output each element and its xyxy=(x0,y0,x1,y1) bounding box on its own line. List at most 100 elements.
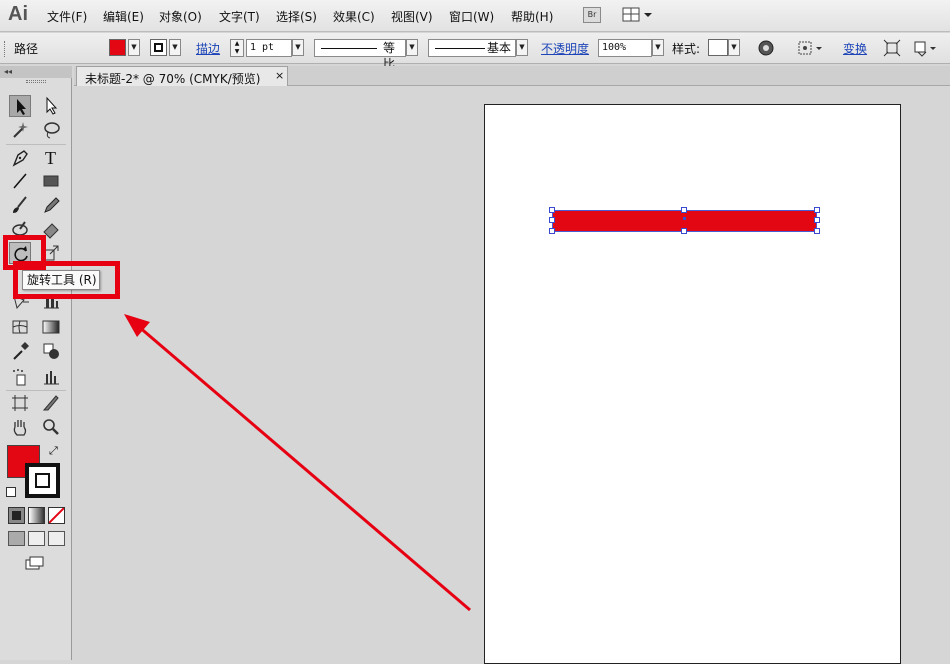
draw-normal-button[interactable] xyxy=(8,531,25,546)
opacity-label[interactable]: 不透明度 xyxy=(541,40,589,57)
document-tab-title: 未标题-2* @ 70% (CMYK/预览) xyxy=(85,72,261,86)
artboard-tool[interactable] xyxy=(9,392,31,414)
bridge-button[interactable]: Br xyxy=(583,7,601,23)
menu-window[interactable]: 窗口(W) xyxy=(449,8,494,25)
selection-handle[interactable] xyxy=(814,228,820,234)
opacity-field[interactable]: 100% xyxy=(598,39,652,57)
type-tool[interactable]: T xyxy=(40,146,62,168)
tools-divider xyxy=(6,390,66,391)
selection-handle[interactable] xyxy=(549,228,555,234)
gradient-tool[interactable] xyxy=(40,316,62,338)
color-wheel-icon xyxy=(758,40,774,56)
stroke-weight-dropdown[interactable]: ▼ xyxy=(292,39,304,56)
direct-selection-tool[interactable] xyxy=(40,95,62,117)
color-mode-button[interactable] xyxy=(8,507,25,524)
mesh-tool[interactable] xyxy=(9,316,31,338)
none-mode-button[interactable] xyxy=(48,507,65,524)
stroke-color-swatch[interactable] xyxy=(150,39,167,56)
draw-inside-button[interactable] xyxy=(48,531,65,546)
zoom-tool[interactable] xyxy=(40,416,62,438)
rectangle-tool[interactable] xyxy=(40,170,62,192)
symbol-sprayer-tool[interactable] xyxy=(9,366,31,388)
fill-dropdown[interactable]: ▼ xyxy=(128,39,140,56)
panel-menu-button[interactable] xyxy=(912,38,942,58)
close-tab-icon[interactable]: × xyxy=(275,69,284,82)
selection-arrow-icon xyxy=(17,99,26,115)
draw-behind-button[interactable] xyxy=(28,531,45,546)
panel-options-icon xyxy=(914,41,936,57)
opacity-dropdown[interactable]: ▼ xyxy=(652,39,664,56)
stroke-weight-spinner[interactable]: ▲ ▼ xyxy=(230,39,244,57)
swap-fill-stroke-icon[interactable]: ⤢ xyxy=(49,444,58,458)
align-options-button[interactable] xyxy=(796,38,826,58)
graphic-style-swatch[interactable] xyxy=(708,39,728,56)
workspace-grid-icon xyxy=(622,7,652,22)
menu-effect[interactable]: 效果(C) xyxy=(333,8,375,25)
tools-panel: ◂◂ T ⤢ xyxy=(0,66,72,660)
stroke-label[interactable]: 描边 xyxy=(196,40,220,57)
magic-wand-icon xyxy=(13,122,28,138)
pencil-icon xyxy=(44,197,60,213)
stroke-dropdown[interactable]: ▼ xyxy=(169,39,181,56)
menu-file[interactable]: 文件(F) xyxy=(47,8,87,25)
magic-wand-tool[interactable] xyxy=(9,119,31,141)
bar-graph-icon xyxy=(44,371,59,385)
menu-bar: Ai 文件(F) 编辑(E) 对象(O) 文字(T) 选择(S) 效果(C) 视… xyxy=(0,0,950,32)
isolate-button[interactable] xyxy=(882,38,902,58)
selection-tool[interactable] xyxy=(9,95,31,117)
screen-mode-button[interactable] xyxy=(25,556,45,570)
gradient-mode-button[interactable] xyxy=(28,507,45,524)
menu-object[interactable]: 对象(O) xyxy=(159,8,202,25)
brush-dropdown[interactable]: ▼ xyxy=(516,39,528,56)
control-bar-grip[interactable] xyxy=(4,41,7,57)
pen-tool[interactable] xyxy=(9,146,31,168)
transform-label[interactable]: 变换 xyxy=(843,40,867,57)
profile-line xyxy=(321,48,377,49)
slice-tool[interactable] xyxy=(40,392,62,414)
tools-panel-collapse[interactable]: ◂◂ xyxy=(0,66,72,78)
center-point xyxy=(683,217,686,220)
brush-definition[interactable]: 基本 xyxy=(428,39,516,57)
graphic-style-dropdown[interactable]: ▼ xyxy=(728,39,740,56)
lasso-tool[interactable] xyxy=(40,119,62,141)
blend-tool[interactable] xyxy=(40,340,62,362)
hand-tool[interactable] xyxy=(9,416,31,438)
menu-select[interactable]: 选择(S) xyxy=(276,8,317,25)
profile-dropdown[interactable]: ▼ xyxy=(406,39,418,56)
blend-icon xyxy=(43,343,59,359)
pen-nib-icon xyxy=(12,150,28,167)
menu-edit[interactable]: 编辑(E) xyxy=(103,8,144,25)
selection-handle[interactable] xyxy=(549,207,555,213)
stroke-weight-field[interactable]: 1 pt xyxy=(246,39,292,57)
line-segment-tool[interactable] xyxy=(9,170,31,192)
selection-handle[interactable] xyxy=(814,207,820,213)
default-colors-icon[interactable] xyxy=(6,487,16,497)
recolor-artwork-button[interactable] xyxy=(756,38,776,58)
menu-view[interactable]: 视图(V) xyxy=(391,8,433,25)
selection-handle[interactable] xyxy=(814,217,820,223)
eyedropper-tool[interactable] xyxy=(9,340,31,362)
align-selection-icon xyxy=(798,41,822,55)
menu-type[interactable]: 文字(T) xyxy=(219,8,260,25)
tools-panel-grip[interactable] xyxy=(26,80,46,83)
rectangle-icon xyxy=(43,175,59,187)
workspace-switcher-button[interactable] xyxy=(622,6,654,24)
paintbrush-tool[interactable] xyxy=(9,194,31,216)
selection-handle[interactable] xyxy=(681,207,687,213)
menu-help[interactable]: 帮助(H) xyxy=(511,8,553,25)
variable-width-profile[interactable]: 等比 xyxy=(314,39,406,71)
selection-handle[interactable] xyxy=(549,217,555,223)
fill-color-swatch[interactable] xyxy=(109,39,126,56)
lasso-icon xyxy=(44,122,60,139)
stroke-swatch[interactable] xyxy=(25,463,60,498)
none-slash-icon xyxy=(48,507,65,524)
gradient-icon xyxy=(42,320,60,334)
mesh-icon xyxy=(12,320,28,334)
document-tab-bar: 未标题-2* @ 70% (CMYK/预览) × xyxy=(74,66,950,86)
artboard[interactable] xyxy=(484,104,901,664)
object-type-label: 路径 xyxy=(14,42,39,56)
document-tab[interactable]: 未标题-2* @ 70% (CMYK/预览) × xyxy=(76,66,288,86)
pencil-tool[interactable] xyxy=(40,194,62,216)
graph-tool[interactable] xyxy=(40,366,62,388)
selection-handle[interactable] xyxy=(681,228,687,234)
